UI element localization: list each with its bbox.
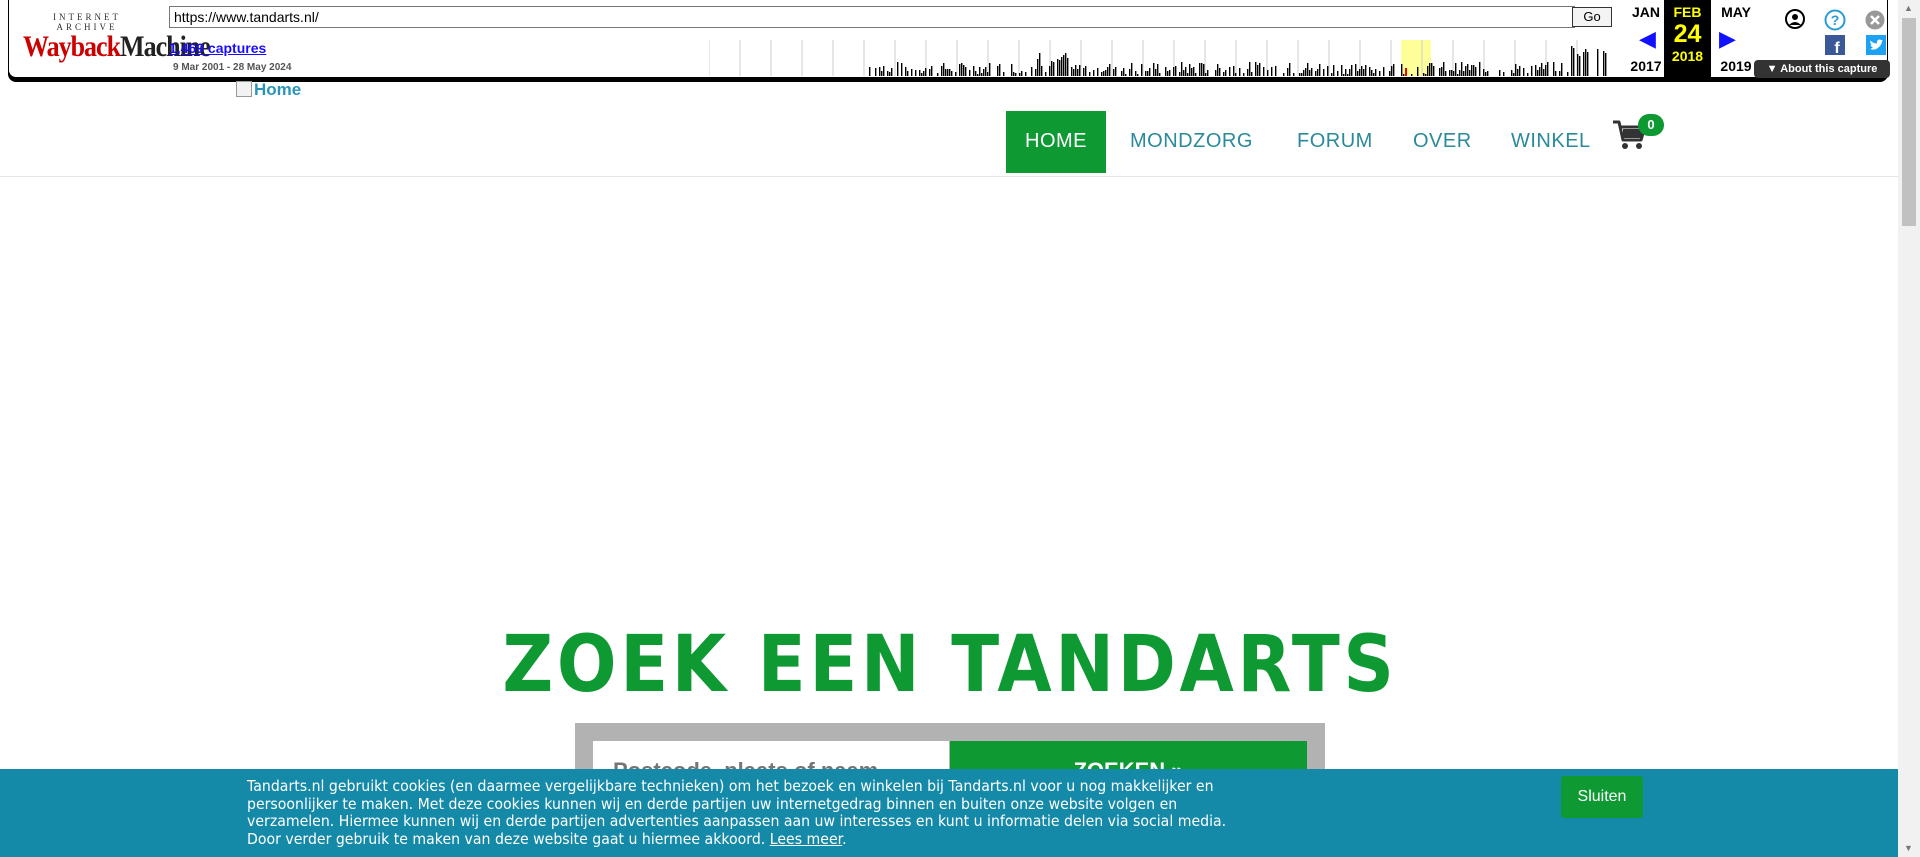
- next-capture-arrow-icon[interactable]: ▶: [1719, 28, 1736, 50]
- prev-month[interactable]: JAN: [1624, 4, 1668, 20]
- nav-over[interactable]: OVER: [1413, 111, 1472, 173]
- current-date-box: FEB 24 2018: [1664, 0, 1711, 78]
- wayback-toolbar: INTERNET ARCHIVE WaybackMachine Go 1,469…: [8, 0, 1890, 78]
- wayback-logo[interactable]: INTERNET ARCHIVE WaybackMachine: [23, 12, 211, 64]
- nav-forum[interactable]: FORUM: [1297, 111, 1373, 173]
- prev-year[interactable]: 2017: [1624, 58, 1668, 74]
- home-logo-link[interactable]: Home: [236, 80, 301, 100]
- cur-year: 2018: [1671, 48, 1704, 64]
- close-cookie-button[interactable]: Sluiten: [1561, 776, 1643, 818]
- nav-home[interactable]: HOME: [1006, 111, 1106, 173]
- caret-down-icon: ▼: [1766, 63, 1781, 75]
- twitter-icon[interactable]: [1866, 35, 1886, 55]
- hero-title: ZOEK EEN TANDARTS: [502, 620, 1398, 710]
- home-logo-alt: Home: [254, 80, 302, 99]
- cookie-text: Tandarts.nl gebruikt cookies (en daarmee…: [247, 777, 1227, 848]
- close-icon[interactable]: [1865, 10, 1885, 30]
- captures-link[interactable]: 1,469 captures: [169, 40, 266, 56]
- about-label: About this capture: [1780, 63, 1878, 75]
- scrollbar-thumb[interactable]: [1902, 18, 1916, 226]
- user-icon[interactable]: [1785, 9, 1805, 29]
- scroll-down-icon[interactable]: ▼: [1904, 843, 1913, 853]
- prev-capture-arrow-icon[interactable]: ◀: [1639, 28, 1656, 50]
- scroll-up-icon[interactable]: ▲: [1904, 3, 1913, 13]
- svg-text:f: f: [1834, 40, 1840, 55]
- nav-mondzorg[interactable]: MONDZORG: [1130, 111, 1253, 173]
- current-capture-marker: [1405, 68, 1407, 76]
- logo-main-text: WaybackMachine: [23, 29, 211, 64]
- cur-day: 24: [1673, 20, 1702, 48]
- capture-range: 9 Mar 2001 - 28 May 2024: [173, 62, 292, 73]
- wayback-url-input[interactable]: [169, 6, 1575, 28]
- capture-sparkline[interactable]: [709, 40, 1607, 76]
- read-more-link[interactable]: Lees meer: [770, 830, 842, 848]
- cart-count-badge: 0: [1638, 114, 1664, 136]
- go-button[interactable]: Go: [1572, 7, 1612, 27]
- cur-month: FEB: [1673, 4, 1702, 20]
- facebook-icon[interactable]: f: [1825, 35, 1845, 55]
- nav-winkel[interactable]: WINKEL: [1511, 111, 1591, 173]
- next-year[interactable]: 2019: [1714, 58, 1758, 74]
- cookie-message: Tandarts.nl gebruikt cookies (en daarmee…: [247, 777, 1227, 848]
- about-capture-button[interactable]: ▼ About this capture: [1754, 60, 1890, 78]
- svg-text:?: ?: [1831, 12, 1840, 28]
- help-icon[interactable]: ?: [1824, 9, 1846, 31]
- broken-image-icon: [236, 81, 252, 97]
- page-scrollbar[interactable]: ▲ ▼: [1898, 0, 1920, 857]
- next-month[interactable]: MAY: [1714, 4, 1758, 20]
